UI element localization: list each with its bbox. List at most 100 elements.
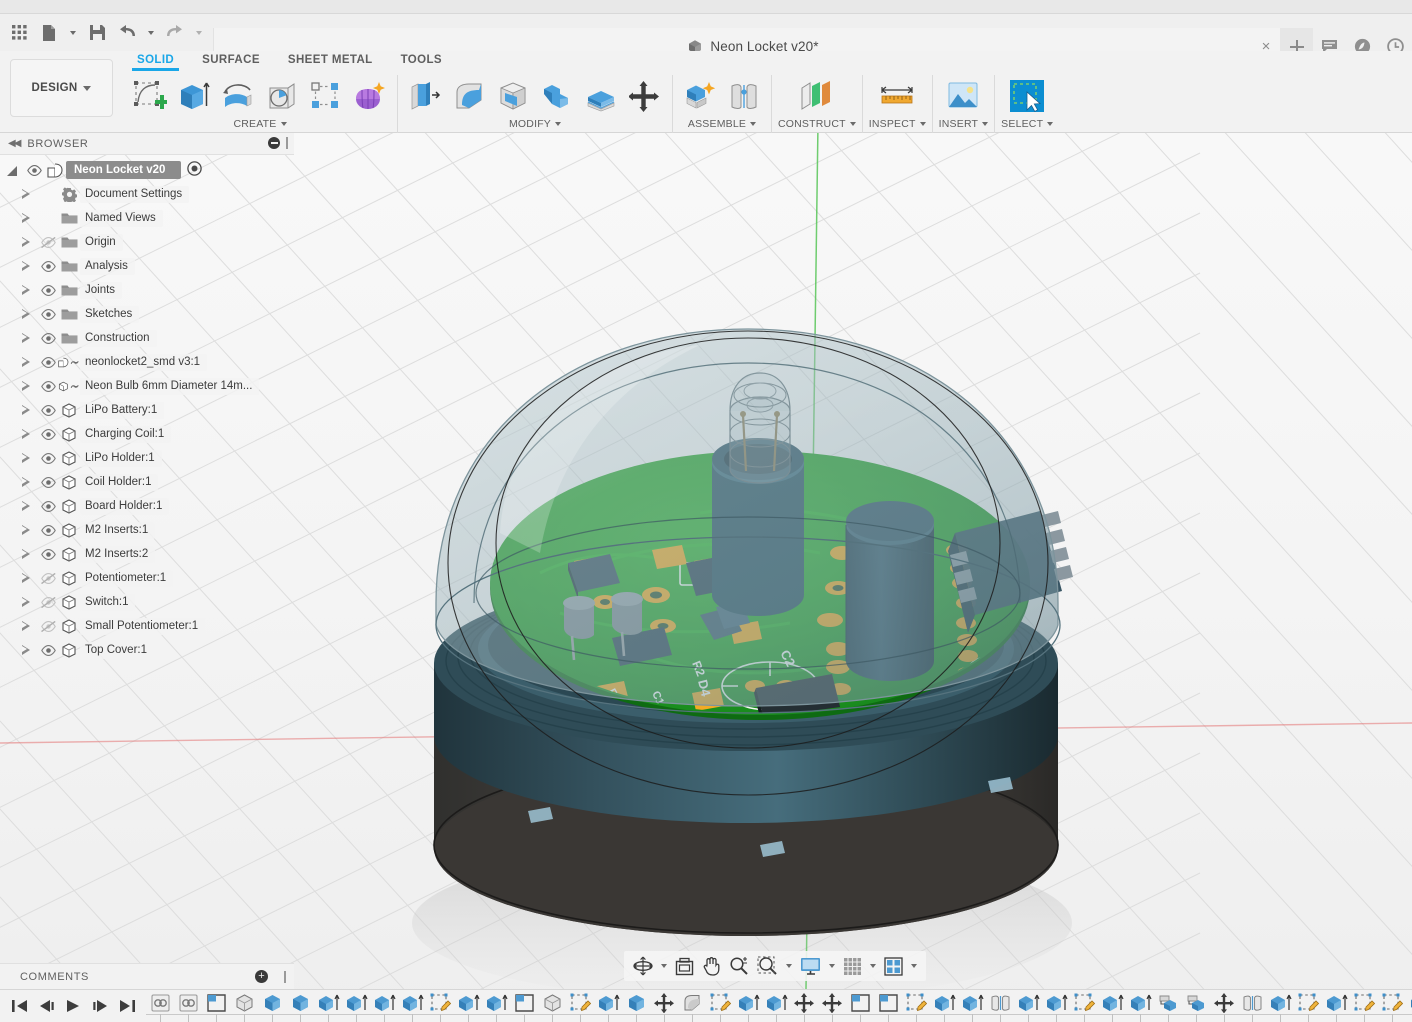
timeline-feature-extrude-up[interactable] [1014, 990, 1042, 1022]
tab-tools[interactable]: TOOLS [387, 51, 456, 66]
timeline-feature-extrude-up[interactable] [1322, 990, 1350, 1022]
timeline-feature-extrude[interactable] [286, 990, 314, 1022]
orbit-icon[interactable] [630, 953, 656, 979]
timeline-feature-extrude-up[interactable] [762, 990, 790, 1022]
offset-face-icon[interactable] [580, 76, 622, 116]
expand-arrow-icon[interactable] [6, 165, 18, 176]
step-back-icon[interactable] [33, 993, 59, 1019]
select-window-icon[interactable] [1006, 76, 1048, 116]
timeline-feature-extrude-up[interactable] [454, 990, 482, 1022]
tree-item-board-holder-1[interactable]: Board Holder:1 [0, 494, 294, 518]
tree-item-analysis[interactable]: Analysis [0, 254, 294, 278]
visibility-toggle-icon[interactable] [38, 572, 58, 584]
go-to-end-icon[interactable] [114, 993, 140, 1019]
grid-snaps-dropdown[interactable] [867, 953, 879, 979]
expand-arrow-icon[interactable] [0, 428, 38, 440]
tree-item-lipo-holder-1[interactable]: LiPo Holder:1 [0, 446, 294, 470]
add-comment-icon[interactable]: + [255, 970, 268, 983]
timeline-feature-move[interactable] [790, 990, 818, 1022]
visibility-toggle-icon[interactable] [38, 500, 58, 512]
tree-item-switch-1[interactable]: Switch:1 [0, 590, 294, 614]
extrude-icon[interactable] [173, 76, 215, 116]
visibility-toggle-icon[interactable] [38, 596, 58, 608]
timeline-feature-extrude-up[interactable] [930, 990, 958, 1022]
tree-item-named-views[interactable]: Named Views [0, 206, 294, 230]
timeline-feature-combine[interactable] [1154, 990, 1182, 1022]
panel-resize-grip[interactable] [286, 137, 288, 149]
timeline-feature-extrude-up[interactable] [958, 990, 986, 1022]
shell-icon[interactable] [492, 76, 534, 116]
timeline-feature-edit-sketch[interactable] [566, 990, 594, 1022]
tree-item-lipo-battery-1[interactable]: LiPo Battery:1 [0, 398, 294, 422]
visibility-toggle-icon[interactable] [38, 548, 58, 560]
expand-arrow-icon[interactable] [0, 236, 38, 248]
expand-arrow-icon[interactable] [0, 548, 38, 560]
timeline-feature-mirror[interactable] [1238, 990, 1266, 1022]
3d-viewport[interactable]: Neon Pendant v2.0 GND +5V GND VBAT D4 C2… [0, 133, 1412, 989]
timeline-feature-combine[interactable] [1182, 990, 1210, 1022]
timeline-feature-mirror[interactable] [986, 990, 1014, 1022]
tree-item-origin[interactable]: Origin [0, 230, 294, 254]
timeline-feature-extrude-up[interactable] [1126, 990, 1154, 1022]
move-copy-icon[interactable] [624, 76, 666, 116]
visibility-toggle-icon[interactable] [38, 236, 58, 248]
tree-item-coil-holder-1[interactable]: Coil Holder:1 [0, 470, 294, 494]
timeline-feature-extrude[interactable] [622, 990, 650, 1022]
visibility-toggle-icon[interactable] [38, 620, 58, 632]
expand-arrow-icon[interactable] [0, 332, 38, 344]
tree-item-construction[interactable]: Construction [0, 326, 294, 350]
visibility-toggle-icon[interactable] [38, 644, 58, 656]
timeline-feature-sketch-plane[interactable] [874, 990, 902, 1022]
zoom-window-dropdown[interactable] [783, 953, 795, 979]
tab-solid[interactable]: SOLID [123, 51, 188, 71]
pattern-icon[interactable] [305, 76, 347, 116]
timeline-feature-extrude-up[interactable] [594, 990, 622, 1022]
create-dropdown-icon[interactable] [280, 122, 287, 126]
orbit-dropdown[interactable] [658, 953, 670, 979]
visibility-toggle-icon[interactable] [38, 380, 58, 392]
visibility-toggle-icon[interactable] [38, 428, 58, 440]
visibility-toggle-icon[interactable] [38, 308, 58, 320]
expand-arrow-icon[interactable] [0, 212, 38, 224]
comments-resize-grip[interactable] [284, 971, 286, 983]
timeline-feature-extrude-up[interactable] [1266, 990, 1294, 1022]
timeline-feature-extrude-up[interactable] [482, 990, 510, 1022]
timeline-feature-edit-sketch[interactable] [1378, 990, 1406, 1022]
visibility-toggle-icon[interactable] [38, 260, 58, 272]
tree-item-top-cover-1[interactable]: Top Cover:1 [0, 638, 294, 662]
offset-plane-icon[interactable] [796, 76, 838, 116]
tree-item-sketches[interactable]: Sketches [0, 302, 294, 326]
tree-root-neon-locket[interactable]: Neon Locket v20 [0, 158, 294, 182]
timeline-feature-edit-sketch[interactable] [1350, 990, 1378, 1022]
joint-icon[interactable] [723, 76, 765, 116]
expand-arrow-icon[interactable] [0, 356, 38, 368]
root-visibility-icon[interactable] [24, 164, 44, 176]
timeline-feature-body[interactable] [230, 990, 258, 1022]
expand-arrow-icon[interactable] [0, 260, 38, 272]
tree-item-neon-bulb-6mm-diameter-14m[interactable]: Neon Bulb 6mm Diameter 14m... [0, 374, 294, 398]
expand-arrow-icon[interactable] [0, 572, 38, 584]
timeline-feature-sketch-plane[interactable] [510, 990, 538, 1022]
timeline-feature-link[interactable] [146, 990, 174, 1022]
visibility-toggle-icon[interactable] [38, 404, 58, 416]
form-icon[interactable] [349, 76, 391, 116]
timeline-feature-extrude-up[interactable] [1406, 990, 1412, 1022]
app-grid-icon[interactable] [4, 18, 34, 48]
timeline-feature-extrude-up[interactable] [1042, 990, 1070, 1022]
timeline-feature-body[interactable] [538, 990, 566, 1022]
zoom-icon[interactable] [726, 953, 752, 979]
timeline-feature-move[interactable] [1210, 990, 1238, 1022]
pan-hand-icon[interactable] [699, 953, 724, 979]
activate-component-icon[interactable] [187, 161, 203, 179]
timeline-track[interactable] [146, 990, 1412, 1022]
construct-dropdown-icon[interactable] [849, 122, 856, 126]
timeline-feature-edit-sketch[interactable] [706, 990, 734, 1022]
tree-item-document-settings[interactable]: Document Settings [0, 182, 294, 206]
minimize-icon[interactable] [268, 137, 280, 149]
look-at-icon[interactable] [672, 953, 697, 979]
display-settings-dropdown[interactable] [826, 953, 838, 979]
timeline-feature-sketch-plane[interactable] [846, 990, 874, 1022]
timeline-feature-edit-sketch[interactable] [1294, 990, 1322, 1022]
create-sketch-icon[interactable] [129, 76, 171, 116]
revolve-icon[interactable] [217, 76, 259, 116]
